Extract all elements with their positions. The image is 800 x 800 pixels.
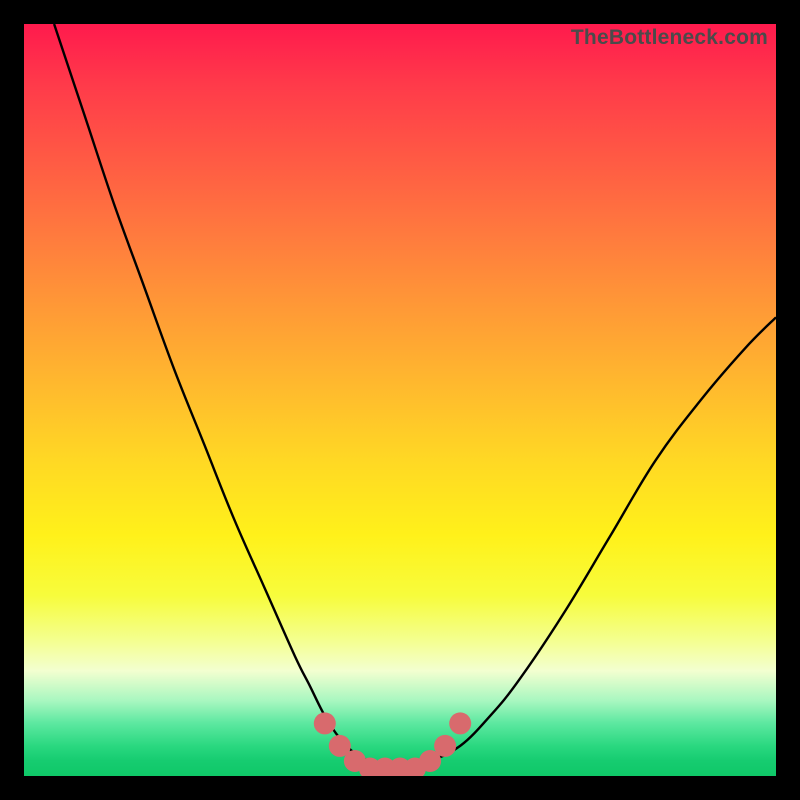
marker-group — [314, 712, 471, 776]
curve-marker — [314, 712, 336, 734]
curve-marker — [449, 712, 471, 734]
curve-marker — [434, 735, 456, 757]
bottleneck-curve — [24, 24, 776, 776]
curve-path — [54, 24, 776, 769]
chart-plot-area: TheBottleneck.com — [24, 24, 776, 776]
chart-frame: TheBottleneck.com — [0, 0, 800, 800]
